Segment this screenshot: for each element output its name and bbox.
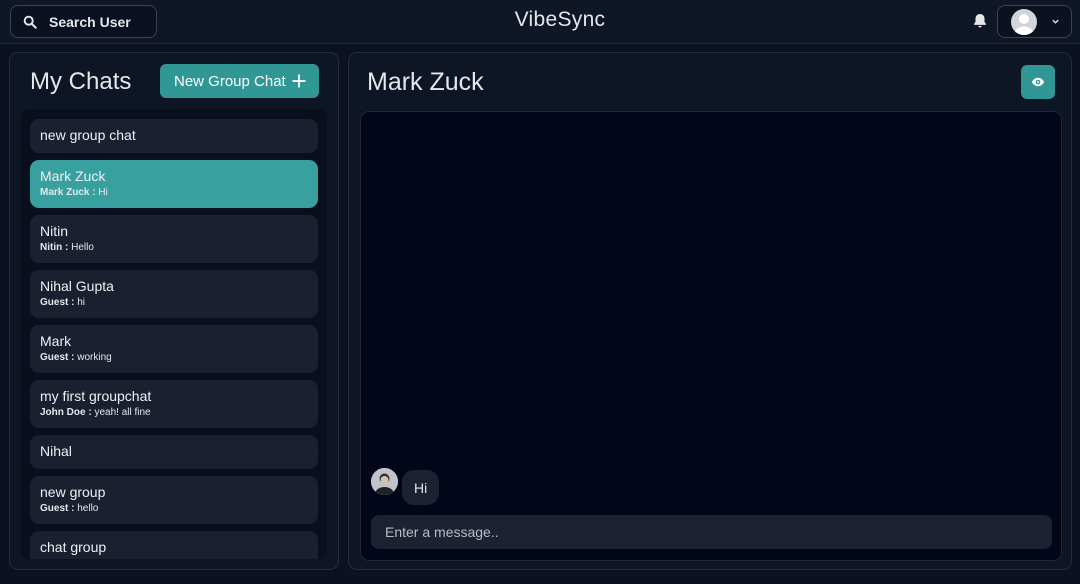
chat-panel: Mark Zuck Hi	[348, 52, 1072, 570]
chat-name: Nitin	[40, 223, 69, 239]
sender-avatar[interactable]	[371, 468, 398, 495]
chat-last-message: Mark Zuck : Hi	[40, 186, 308, 200]
chat-item-nitin[interactable]: Nitin Nitin : Hello	[30, 215, 318, 263]
chat-last-text: hello	[77, 503, 99, 514]
chat-last-message: Nitin : Hello	[40, 241, 308, 255]
chat-name: Mark	[40, 333, 72, 349]
chat-last-message: Guest : working	[40, 351, 308, 365]
chat-item-chat-group[interactable]: chat group	[30, 531, 318, 559]
chat-last-sender: Nitin :	[40, 242, 69, 253]
user-avatar-icon	[1011, 8, 1037, 35]
chat-name: my first groupchat	[40, 388, 152, 404]
top-bar: Search User VibeSync	[0, 0, 1080, 44]
chat-item-new-group[interactable]: new group Guest : hello	[30, 476, 318, 524]
chat-last-text: working	[77, 352, 112, 363]
profile-menu-button[interactable]	[997, 5, 1072, 38]
chat-name: new group	[40, 484, 106, 500]
chat-last-message: Guest : hi	[40, 296, 308, 310]
chat-item-mark[interactable]: Mark Guest : working	[30, 325, 318, 373]
chat-item-nihal[interactable]: Nihal	[30, 435, 318, 469]
new-group-chat-button[interactable]: New Group Chat	[160, 64, 319, 98]
chevron-down-icon	[1052, 19, 1059, 24]
chat-last-sender: Mark Zuck :	[40, 187, 96, 198]
chat-last-text: Hi	[98, 187, 108, 198]
eye-icon	[1031, 77, 1045, 87]
app-title: VibeSync	[514, 8, 606, 31]
bell-icon[interactable]	[971, 12, 989, 30]
chat-name: chat group	[40, 539, 107, 555]
chat-name: Mark Zuck	[40, 168, 106, 184]
chat-last-sender: Guest :	[40, 503, 75, 514]
chat-item-new-group-chat[interactable]: new group chat	[30, 119, 318, 153]
chat-last-sender: Guest :	[40, 352, 75, 363]
chat-last-sender: Guest :	[40, 297, 75, 308]
chat-name: Nihal	[40, 443, 72, 459]
chat-item-my-first-groupchat[interactable]: my first groupchat John Doe : yeah! all …	[30, 380, 318, 428]
my-chats-panel: My Chats New Group Chat new group chat M…	[9, 52, 339, 570]
chat-item-nihal-gupta[interactable]: Nihal Gupta Guest : hi	[30, 270, 318, 318]
chat-last-message: Guest : hello	[40, 502, 308, 516]
plus-icon	[292, 74, 306, 88]
messages-area[interactable]: Hi	[360, 111, 1062, 561]
view-profile-button[interactable]	[1021, 65, 1055, 99]
chat-list[interactable]: new group chat Mark Zuck Mark Zuck : Hi …	[21, 109, 327, 559]
chat-last-text: yeah! all fine	[94, 407, 151, 418]
chat-title: Mark Zuck	[367, 68, 484, 96]
chat-last-message: John Doe : yeah! all fine	[40, 406, 308, 420]
message-bubble: Hi	[402, 470, 440, 505]
chat-last-text: Hello	[71, 242, 94, 253]
new-group-chat-label: New Group Chat	[174, 72, 286, 90]
chat-item-mark-zuck[interactable]: Mark Zuck Mark Zuck : Hi	[30, 160, 318, 208]
chat-last-sender: John Doe :	[40, 407, 92, 418]
my-chats-title: My Chats	[30, 68, 132, 95]
chat-name: Nihal Gupta	[40, 278, 114, 294]
chat-name: new group chat	[40, 127, 136, 143]
message-input[interactable]	[371, 515, 1052, 549]
chat-last-text: hi	[77, 297, 86, 308]
